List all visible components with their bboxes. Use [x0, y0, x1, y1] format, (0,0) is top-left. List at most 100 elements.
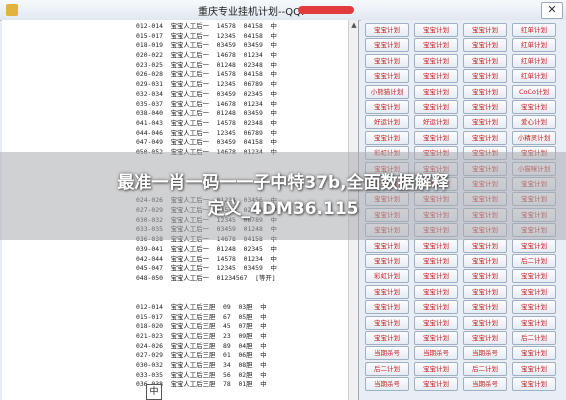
- plan-line: [136, 284, 277, 294]
- plan-line: 039-041 宝宝人工后一 01248 02345 中: [136, 244, 277, 253]
- plan-button[interactable]: 宝宝计划: [463, 300, 507, 315]
- redacted-qq-number: [298, 6, 354, 14]
- plan-button[interactable]: 宝宝计划: [365, 300, 409, 315]
- plan-button[interactable]: 宝宝计划: [463, 284, 507, 299]
- plan-line: 027-029 宝宝人工后三胆 01 06胆 中: [136, 351, 267, 360]
- title-bar: 重庆专业挂机计划--QQ: ✕: [0, 0, 566, 21]
- plan-button[interactable]: 宝宝计划: [414, 331, 458, 345]
- plan-line: 045-047 宝宝人工后一 12345 03459 中: [136, 264, 277, 273]
- plan-button[interactable]: 宝宝计划: [365, 100, 409, 114]
- plan-button[interactable]: 宝宝计划: [463, 53, 507, 68]
- plan-button[interactable]: 宝宝计划: [414, 269, 458, 284]
- plan-line: 044-046 宝宝人工后一 12345 06789 中: [136, 128, 277, 137]
- plan-button[interactable]: 宝宝计划: [463, 130, 507, 145]
- plan-button[interactable]: 爱心计划: [512, 115, 556, 130]
- plan-button[interactable]: 红单计划: [512, 23, 556, 37]
- plan-line: 038-040 宝宝人工后一 01248 03459 中: [136, 109, 277, 118]
- plan-button[interactable]: 宝宝计划: [414, 38, 458, 53]
- watermark-line-2: 定义_4DM36.115: [207, 199, 359, 219]
- plan-button[interactable]: 红单计划: [512, 69, 556, 84]
- plan-button[interactable]: 好运计划: [365, 115, 409, 130]
- plan-button[interactable]: 宝宝计划: [463, 331, 507, 345]
- plan-line: 018-020 宝宝人工后三胆 45 07胆 中: [136, 322, 267, 331]
- plan-button[interactable]: 宝宝计划: [463, 84, 507, 99]
- plan-button[interactable]: 宝宝计划: [463, 38, 507, 53]
- plan-button[interactable]: 宝宝计划: [463, 315, 507, 330]
- plan-button[interactable]: 宝宝计划: [463, 269, 507, 284]
- watermark-headline: 最准一肖一码一一子中特37b,全面数据解释 定义_4DM36.115: [0, 170, 566, 222]
- plan-button[interactable]: 宝宝计划: [512, 315, 556, 330]
- plan-button[interactable]: 宝宝计划: [414, 84, 458, 99]
- plan-button[interactable]: 宝宝计划: [414, 315, 458, 330]
- watermark-line-1: 最准一肖一码一一子中特37b,全面数据解释: [117, 173, 449, 193]
- plan-line: 015-017 宝宝人工后三胆 67 05胆 中: [136, 312, 267, 321]
- plan-line: 030-032 宝宝人工后三胆 34 08胆 中: [136, 361, 267, 370]
- plan-button[interactable]: 当期杀号: [365, 377, 409, 392]
- plan-button[interactable]: 后二计划: [512, 331, 556, 345]
- plan-button[interactable]: 小熊猫计划: [365, 84, 409, 99]
- plan-button[interactable]: 宝宝计划: [414, 300, 458, 315]
- close-button[interactable]: ✕: [541, 2, 563, 19]
- plan-button[interactable]: 宝宝计划: [365, 69, 409, 84]
- plan-button[interactable]: 当期杀号: [463, 377, 507, 392]
- plan-button[interactable]: 宝宝计划: [365, 238, 409, 253]
- plan-button[interactable]: 宝宝计划: [512, 284, 556, 299]
- plan-button[interactable]: 宝宝计划: [414, 130, 458, 145]
- plan-button[interactable]: 后二计划: [365, 361, 409, 376]
- plan-button[interactable]: 宝宝计划: [365, 284, 409, 299]
- app-window: 重庆专业挂机计划--QQ: ✕ 012-014 宝宝人工后一 14578 041…: [0, 0, 566, 400]
- plan-line: 029-031 宝宝人工后一 12345 06789 中: [136, 80, 277, 89]
- plan-button[interactable]: 好运计划: [414, 115, 458, 130]
- app-icon: [6, 4, 18, 16]
- plan-button[interactable]: 宝宝计划: [365, 130, 409, 145]
- plan-button[interactable]: 宝宝计划: [512, 346, 556, 361]
- plan-button[interactable]: 宝宝计划: [512, 300, 556, 315]
- plan-button[interactable]: 宝宝计划: [463, 115, 507, 130]
- plan-line: 048-050 宝宝人工后一 01234567 [等开]: [136, 273, 276, 282]
- plan-button[interactable]: 宝宝计划: [414, 69, 458, 84]
- plan-line: 021-023 宝宝人工后三胆 23 09胆 中: [136, 332, 267, 340]
- plan-button[interactable]: 宝宝计划: [414, 23, 458, 37]
- plan-line: 041-043 宝宝人工后一 14578 02348 中: [136, 118, 277, 127]
- plan-button[interactable]: 后二计划: [463, 361, 507, 376]
- plan-button[interactable]: 宝宝计划: [414, 100, 458, 114]
- plan-button[interactable]: 宝宝计划: [414, 238, 458, 253]
- plan-button[interactable]: 小精灵计划: [512, 130, 556, 145]
- plan-button[interactable]: 后二计划: [512, 254, 556, 268]
- plan-button[interactable]: 宝宝计划: [463, 100, 507, 114]
- plan-button[interactable]: 宝宝计划: [365, 53, 409, 68]
- plan-button[interactable]: 彩虹计划: [365, 269, 409, 284]
- plan-button[interactable]: 红单计划: [512, 38, 556, 53]
- plan-button[interactable]: 宝宝计划: [414, 53, 458, 68]
- plan-button[interactable]: 宝宝计划: [512, 361, 556, 376]
- plan-button[interactable]: 当期杀号: [463, 346, 507, 361]
- plan-button[interactable]: 宝宝计划: [512, 100, 556, 114]
- plan-button[interactable]: 宝宝计划: [463, 254, 507, 268]
- plan-line: 018-019 宝宝人工后一 03459 03459 中: [136, 41, 277, 50]
- plan-button[interactable]: 宝宝计划: [463, 69, 507, 84]
- plan-button[interactable]: 宝宝计划: [414, 254, 458, 268]
- plan-line: 035-037 宝宝人工后一 14678 01234 中: [136, 99, 277, 108]
- plan-button[interactable]: 宝宝计划: [414, 284, 458, 299]
- plan-button[interactable]: 宝宝计划: [365, 331, 409, 345]
- plan-button[interactable]: 宝宝计划: [365, 38, 409, 53]
- plan-button[interactable]: 当期杀号: [414, 346, 458, 361]
- plan-button[interactable]: 宝宝计划: [463, 23, 507, 37]
- plan-button[interactable]: 宝宝计划: [414, 377, 458, 392]
- plan-button[interactable]: 红单计划: [512, 53, 556, 68]
- plan-button[interactable]: 宝宝计划: [512, 377, 556, 392]
- plan-button[interactable]: 当期杀号: [365, 346, 409, 361]
- plan-button[interactable]: 宝宝计划: [512, 238, 556, 253]
- plan-button[interactable]: 宝宝计划: [414, 361, 458, 376]
- bottom-status-box: 中: [146, 384, 162, 400]
- plan-button[interactable]: CoCo计划: [512, 84, 556, 99]
- plan-line: 024-026 宝宝人工后三胆 89 04胆 中: [136, 341, 267, 350]
- scroll-up-arrow-icon[interactable]: ▲: [349, 20, 358, 30]
- plan-button[interactable]: 宝宝计划: [463, 238, 507, 253]
- plan-button[interactable]: 宝宝计划: [365, 23, 409, 37]
- plan-line: 047-049 宝宝人工后一 03459 04158 中: [136, 138, 277, 147]
- plan-button[interactable]: 宝宝计划: [365, 315, 409, 330]
- plan-line: 015-017 宝宝人工后一 12345 04158 中: [136, 31, 277, 40]
- plan-button[interactable]: 宝宝计划: [512, 269, 556, 284]
- plan-button[interactable]: 宝宝计划: [365, 254, 409, 268]
